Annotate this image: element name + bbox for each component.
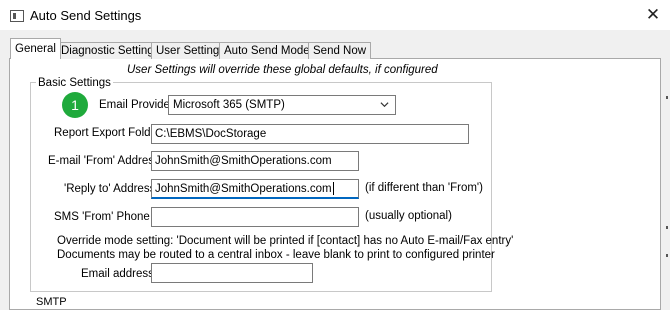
close-icon[interactable]: ✕ [641,4,665,26]
edge-mark [666,96,668,99]
email-provider-label: Email Provider: [99,99,177,111]
tab-auto-send-modes[interactable]: Auto Send Modes [219,42,321,59]
edge-mark [666,254,668,257]
override-mode-text: Override mode setting: 'Document will be… [57,235,514,247]
tab-general[interactable]: General [10,38,61,59]
text-caret [332,182,334,196]
report-folder-label: Report Export Folder: [54,127,164,139]
reply-to-value: JohnSmith@SmithOperations.com [155,183,332,195]
smtp-group-label: SMTP [36,296,67,308]
tab-send-now[interactable]: Send Now [308,42,372,59]
sms-phone-label: SMS 'From' Phone #: [54,211,163,223]
window-title: Auto Send Settings [30,8,142,23]
from-address-label: E-mail 'From' Address: [48,155,163,167]
sms-phone-field[interactable] [151,207,359,227]
edge-mark [666,226,668,229]
email-address-label: Email address: [81,268,158,280]
chevron-down-icon [380,102,389,108]
reply-to-label: 'Reply to' Address: [64,183,159,195]
reply-to-hint: (if different than 'From') [365,182,483,194]
sms-phone-hint: (usually optional) [365,210,452,222]
email-provider-value: Microsoft 365 (SMTP) [173,99,285,111]
tab-diagnostic-settings[interactable]: Diagnostic Settings [56,42,165,59]
email-address-field[interactable] [151,263,313,283]
routing-hint-text: Documents may be routed to a central inb… [57,249,495,261]
app-window-icon [10,10,24,22]
report-folder-field[interactable]: C:\EBMS\DocStorage [151,124,469,144]
email-provider-select[interactable]: Microsoft 365 (SMTP) [168,95,396,115]
from-address-field[interactable]: JohnSmith@SmithOperations.com [151,151,359,171]
step-badge: 1 [62,92,88,118]
reply-to-field[interactable]: JohnSmith@SmithOperations.com [151,179,359,199]
basic-settings-label: Basic Settings [36,77,113,89]
override-note: User Settings will override these global… [127,64,438,76]
